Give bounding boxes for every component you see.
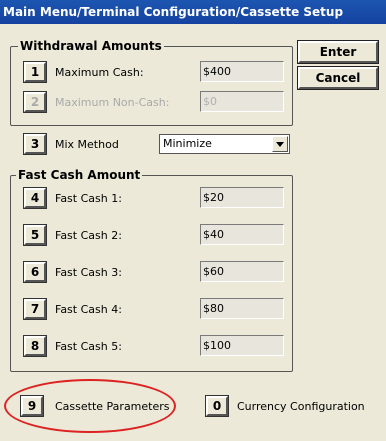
fast-cash-1-button[interactable]: 4 xyxy=(23,187,47,209)
maximum-cash-label: Maximum Cash: xyxy=(55,66,144,79)
fast-cash-4-button[interactable]: 7 xyxy=(23,298,47,320)
mix-method-label: Mix Method xyxy=(55,138,119,151)
mix-method-value: Minimize xyxy=(163,137,212,150)
fast-cash-4-label: Fast Cash 4: xyxy=(55,303,122,316)
maximum-cash-button[interactable]: 1 xyxy=(23,61,47,83)
fast-cash-2-field[interactable]: $40 xyxy=(200,224,284,245)
withdrawal-amounts-title: Withdrawal Amounts xyxy=(18,39,164,53)
fast-cash-1-field[interactable]: $20 xyxy=(200,187,284,208)
maximum-non-cash-field[interactable]: $0 xyxy=(200,91,284,112)
chevron-down-icon[interactable] xyxy=(272,136,288,152)
fast-cash-2-label: Fast Cash 2: xyxy=(55,229,122,242)
fast-cash-5-field[interactable]: $100 xyxy=(200,335,284,356)
red-highlight-circle xyxy=(4,379,176,433)
fast-cash-4-field[interactable]: $80 xyxy=(200,298,284,319)
fast-cash-2-button[interactable]: 5 xyxy=(23,224,47,246)
maximum-cash-field[interactable]: $400 xyxy=(200,61,284,82)
mix-method-select[interactable]: Minimize xyxy=(159,134,290,154)
withdrawal-amounts-group xyxy=(10,46,293,126)
fast-cash-3-label: Fast Cash 3: xyxy=(55,266,122,279)
fast-cash-5-button[interactable]: 8 xyxy=(23,335,47,357)
fast-cash-3-button[interactable]: 6 xyxy=(23,261,47,283)
maximum-non-cash-button[interactable]: 2 xyxy=(23,91,47,113)
currency-configuration-label: Currency Configuration xyxy=(237,400,365,413)
fast-cash-1-label: Fast Cash 1: xyxy=(55,192,122,205)
enter-button[interactable]: Enter xyxy=(297,40,379,64)
window-title: Main Menu/Terminal Configuration/Cassett… xyxy=(0,0,386,24)
fast-cash-title: Fast Cash Amount xyxy=(16,168,143,182)
currency-configuration-button[interactable]: 0 xyxy=(205,395,229,417)
fast-cash-3-field[interactable]: $60 xyxy=(200,261,284,282)
mix-method-button[interactable]: 3 xyxy=(23,133,47,155)
fast-cash-5-label: Fast Cash 5: xyxy=(55,340,122,353)
cancel-button[interactable]: Cancel xyxy=(297,66,379,90)
maximum-non-cash-label: Maximum Non-Cash: xyxy=(55,96,170,109)
